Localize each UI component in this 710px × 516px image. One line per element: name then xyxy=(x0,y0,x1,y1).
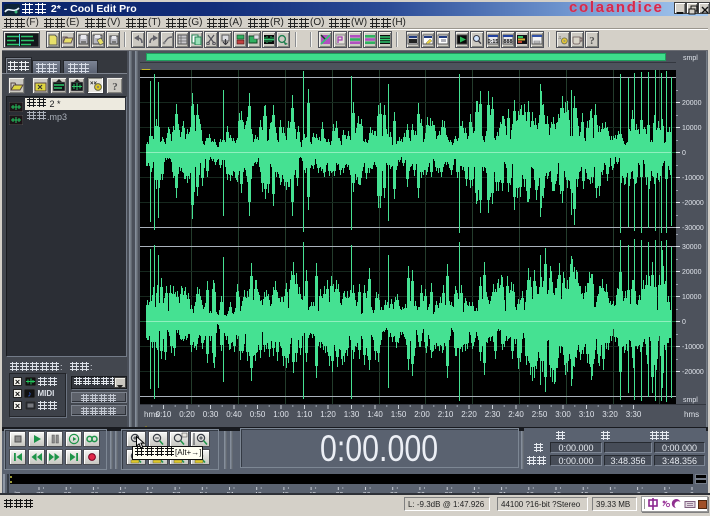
svg-text:smpl: smpl xyxy=(683,397,698,404)
svg-text:hms: hms xyxy=(684,410,699,419)
svg-text:?: ? xyxy=(589,35,595,46)
svg-text:888: 888 xyxy=(504,39,513,45)
svg-text:-20000: -20000 xyxy=(682,200,704,207)
svg-text:♪: ♪ xyxy=(28,390,32,399)
svg-text:3:00: 3:00 xyxy=(555,410,571,419)
svg-text:2:30: 2:30 xyxy=(485,410,501,419)
svg-text:-30000: -30000 xyxy=(682,225,704,232)
svg-text:30000: 30000 xyxy=(682,244,702,251)
svg-text:0:30: 0:30 xyxy=(203,410,219,419)
svg-text:0:10: 0:10 xyxy=(156,410,172,419)
svg-text:0:20: 0:20 xyxy=(179,410,195,419)
svg-text:2:20: 2:20 xyxy=(461,410,477,419)
svg-text:1:20: 1:20 xyxy=(320,410,336,419)
svg-text:2:40: 2:40 xyxy=(508,410,524,419)
svg-text:0:50: 0:50 xyxy=(250,410,266,419)
svg-text:-20000: -20000 xyxy=(682,369,704,376)
svg-text:3:10: 3:10 xyxy=(579,410,595,419)
svg-text:3:30: 3:30 xyxy=(626,410,642,419)
svg-text:1:10: 1:10 xyxy=(297,410,313,419)
svg-text:3:20: 3:20 xyxy=(602,410,618,419)
svg-text:0: 0 xyxy=(682,150,686,157)
svg-text:2:50: 2:50 xyxy=(532,410,548,419)
svg-text:10000: 10000 xyxy=(682,294,702,301)
svg-text:20000: 20000 xyxy=(682,100,702,107)
svg-text:-10000: -10000 xyxy=(682,344,704,351)
svg-text:2:00: 2:00 xyxy=(414,410,430,419)
svg-text:1:50: 1:50 xyxy=(391,410,407,419)
svg-text:smpl: smpl xyxy=(683,55,698,62)
svg-text:-10000: -10000 xyxy=(682,175,704,182)
svg-text:20000: 20000 xyxy=(682,269,702,276)
svg-text:2:10: 2:10 xyxy=(438,410,454,419)
svg-text:♫: ♫ xyxy=(558,35,561,40)
svg-text:?: ? xyxy=(112,81,118,92)
svg-text:10000: 10000 xyxy=(682,125,702,132)
svg-text:0: 0 xyxy=(682,319,686,326)
svg-text:0:40: 0:40 xyxy=(226,410,242,419)
svg-text:1:30: 1:30 xyxy=(344,410,360,419)
svg-text:1:00: 1:00 xyxy=(273,410,289,419)
svg-text:0:15: 0:15 xyxy=(488,39,499,45)
svg-text:1:40: 1:40 xyxy=(367,410,383,419)
